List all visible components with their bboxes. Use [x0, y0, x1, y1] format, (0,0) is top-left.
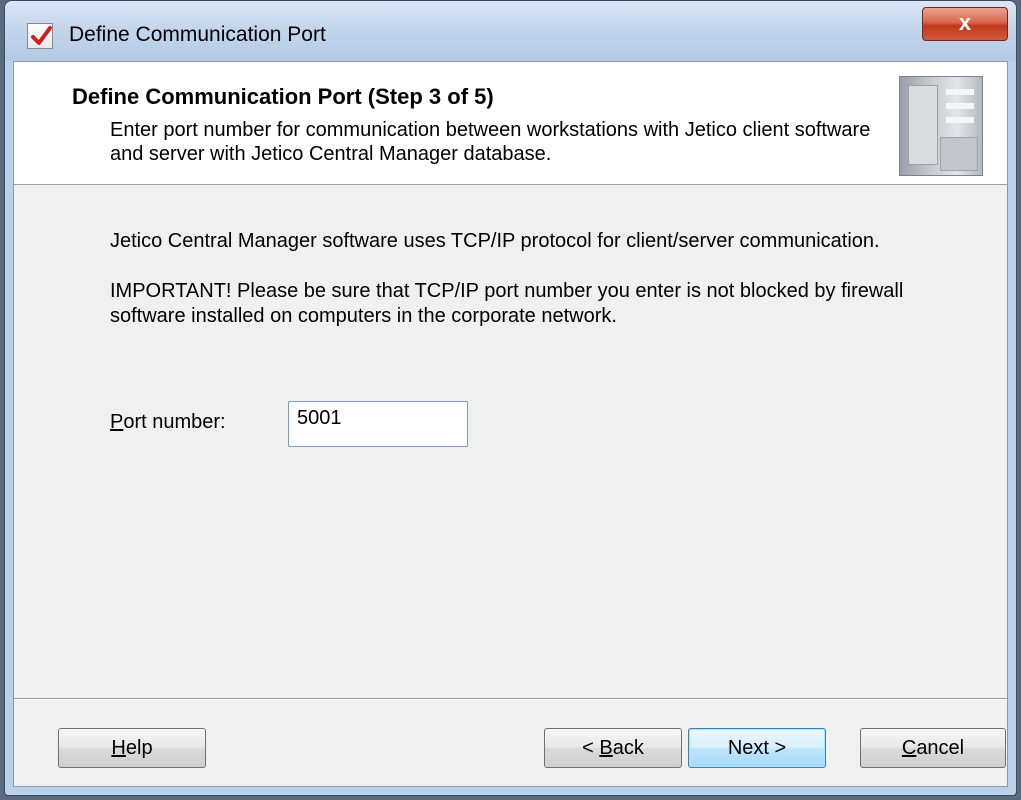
- close-button[interactable]: x: [922, 7, 1008, 41]
- wizard-header: Define Communication Port (Step 3 of 5) …: [14, 62, 1007, 185]
- window-title: Define Communication Port: [69, 23, 326, 46]
- cancel-button[interactable]: Cancel: [860, 728, 1006, 768]
- dialog-client-area: Define Communication Port (Step 3 of 5) …: [13, 61, 1008, 787]
- dialog-window: Define Communication Port x Define Commu…: [4, 0, 1017, 796]
- computer-graphic-icon: [899, 76, 983, 176]
- help-button[interactable]: Help: [58, 728, 206, 768]
- wizard-step-title: Define Communication Port (Step 3 of 5): [72, 84, 494, 109]
- port-number-label: Port number:: [110, 411, 226, 433]
- app-checkmark-icon: [27, 23, 53, 49]
- next-button[interactable]: Next >: [688, 728, 826, 768]
- footer-separator: [14, 698, 1007, 700]
- close-icon: x: [958, 10, 972, 35]
- protocol-info-text: Jetico Central Manager software uses TCP…: [110, 230, 880, 252]
- back-button[interactable]: < Back: [544, 728, 682, 768]
- title-bar[interactable]: Define Communication Port x: [5, 1, 1016, 61]
- port-number-input[interactable]: [288, 401, 468, 447]
- important-warning-text: IMPORTANT! Please be sure that TCP/IP po…: [110, 280, 904, 327]
- wizard-step-description: Enter port number for communication betw…: [110, 119, 871, 165]
